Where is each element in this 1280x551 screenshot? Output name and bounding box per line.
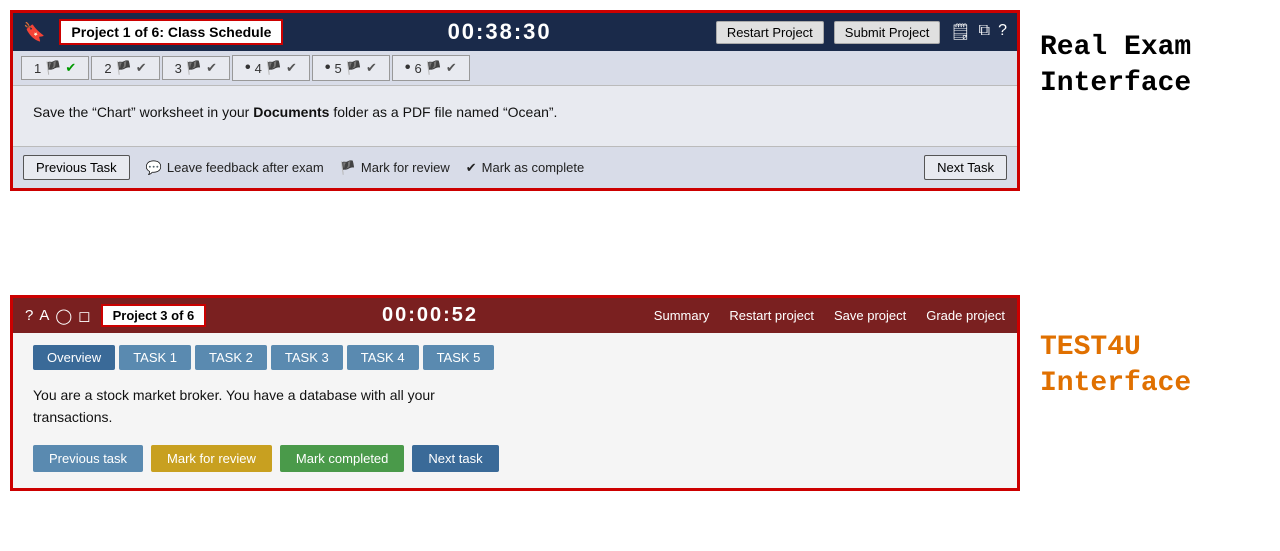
grade-project-link[interactable]: Grade project	[926, 308, 1005, 323]
summary-link[interactable]: Summary	[654, 308, 710, 323]
previous-task-button[interactable]: Previous task	[33, 445, 143, 472]
tab-overview[interactable]: Overview	[33, 345, 115, 370]
tab-6-flag-icon: 🏴	[426, 60, 442, 76]
tab-1-check-icon: ✔	[65, 60, 76, 76]
clipboard-icon[interactable]: 🗒	[950, 22, 970, 42]
tab-1-label: 1	[34, 61, 41, 76]
feedback-icon: 💬	[146, 160, 162, 176]
tab-2-label: 2	[104, 61, 111, 76]
next-task-button[interactable]: Next task	[412, 445, 498, 472]
tab-5-label: 5	[335, 61, 342, 76]
save-project-link[interactable]: Save project	[834, 308, 906, 323]
tab-3-check-icon: ✔	[206, 60, 217, 76]
test4u-description: You are a stock market broker. You have …	[33, 384, 997, 429]
tab-5-check-icon: ✔	[366, 60, 377, 76]
test4u-label-line2: Interface	[1040, 366, 1260, 402]
tab-task4[interactable]: TASK 4	[347, 345, 419, 370]
test4u-help-icon[interactable]: ?	[25, 307, 33, 325]
test4u-circle-icon[interactable]: ◯	[55, 307, 72, 325]
tab-1-flag-icon: 🏴	[45, 60, 61, 76]
test4u-label-line1: TEST4U	[1040, 330, 1260, 366]
tab-task5[interactable]: TASK 5	[423, 345, 495, 370]
exam-interface: 🔖 Project 1 of 6: Class Schedule 00:38:3…	[10, 10, 1020, 191]
tab-6-check-icon: ✔	[446, 60, 457, 76]
tab-task1[interactable]: TASK 1	[119, 345, 191, 370]
previous-task-button[interactable]: Previous Task	[23, 155, 130, 180]
tab-task3[interactable]: TASK 3	[271, 345, 343, 370]
exam-header: 🔖 Project 1 of 6: Class Schedule 00:38:3…	[13, 13, 1017, 51]
tab-5-dot: •	[325, 59, 331, 77]
tab-4-dot: •	[245, 59, 251, 77]
test4u-label: TEST4U Interface	[1040, 330, 1260, 403]
tab-3-flag-icon: 🏴	[186, 60, 202, 76]
exam-title-box: Project 1 of 6: Class Schedule	[59, 19, 283, 45]
restart-project-link[interactable]: Restart project	[729, 308, 814, 323]
next-task-button[interactable]: Next Task	[924, 155, 1007, 180]
bookmark-icon: 🔖	[23, 22, 45, 43]
tab-task-1[interactable]: 1 🏴 ✔	[21, 56, 89, 80]
tab-6-label: 6	[414, 61, 421, 76]
tab-task-2[interactable]: 2 🏴 ✔	[91, 56, 159, 80]
task-description: Save the “Chart” worksheet in your Docum…	[33, 102, 997, 123]
mark-for-review-button[interactable]: 🏴 Mark for review	[340, 160, 450, 176]
flag-icon: 🏴	[340, 160, 356, 176]
exam-toolbar-icons: 🗒 ⧉ ?	[950, 22, 1007, 42]
mark-for-review-button[interactable]: Mark for review	[151, 445, 272, 472]
tab-task-3[interactable]: 3 🏴 ✔	[162, 56, 230, 80]
test4u-nav-links: Summary Restart project Save project Gra…	[654, 308, 1005, 323]
tab-2-check-icon: ✔	[136, 60, 147, 76]
task-tabs: 1 🏴 ✔ 2 🏴 ✔ 3 🏴 ✔ • 4 🏴 ✔	[13, 51, 1017, 86]
help-icon[interactable]: ?	[998, 22, 1007, 42]
mark-completed-button[interactable]: Mark completed	[280, 445, 404, 472]
test4u-section: ? A ◯ ◻ Project 3 of 6 00:00:52 Summary …	[10, 295, 1020, 491]
real-exam-label-line1: Real Exam	[1040, 30, 1260, 66]
test4u-header-icons: ? A ◯ ◻	[25, 307, 91, 325]
test4u-title-box: Project 3 of 6	[101, 304, 207, 327]
test4u-timer: 00:00:52	[216, 304, 644, 327]
tab-task-4[interactable]: • 4 🏴 ✔	[232, 55, 310, 81]
check-icon: ✔	[466, 160, 477, 176]
tab-3-label: 3	[175, 61, 182, 76]
real-exam-label-line2: Interface	[1040, 66, 1260, 102]
test4u-square-icon[interactable]: ◻	[78, 307, 90, 325]
test4u-header: ? A ◯ ◻ Project 3 of 6 00:00:52 Summary …	[13, 298, 1017, 333]
real-exam-section: 🔖 Project 1 of 6: Class Schedule 00:38:3…	[10, 10, 1020, 191]
tab-task-6[interactable]: • 6 🏴 ✔	[392, 55, 470, 81]
submit-project-button[interactable]: Submit Project	[834, 21, 941, 44]
window-icon[interactable]: ⧉	[979, 22, 990, 42]
tab-4-check-icon: ✔	[286, 60, 297, 76]
tab-task-5[interactable]: • 5 🏴 ✔	[312, 55, 390, 81]
exam-timer: 00:38:30	[293, 19, 705, 45]
tab-5-flag-icon: 🏴	[346, 60, 362, 76]
mark-as-complete-button[interactable]: ✔ Mark as complete	[466, 160, 585, 176]
test4u-interface: ? A ◯ ◻ Project 3 of 6 00:00:52 Summary …	[10, 295, 1020, 491]
tab-2-flag-icon: 🏴	[116, 60, 132, 76]
test4u-body: Overview TASK 1 TASK 2 TASK 3 TASK 4 TAS…	[13, 333, 1017, 488]
leave-feedback-button[interactable]: 💬 Leave feedback after exam	[146, 160, 324, 176]
tab-task2[interactable]: TASK 2	[195, 345, 267, 370]
task-content-area: Save the “Chart” worksheet in your Docum…	[13, 86, 1017, 146]
restart-project-button[interactable]: Restart Project	[716, 21, 824, 44]
tab-6-dot: •	[405, 59, 411, 77]
test4u-footer: Previous task Mark for review Mark compl…	[33, 445, 997, 472]
real-exam-label: Real Exam Interface	[1040, 30, 1260, 103]
test4u-tabs: Overview TASK 1 TASK 2 TASK 3 TASK 4 TAS…	[33, 345, 997, 370]
tab-4-flag-icon: 🏴	[266, 60, 282, 76]
tab-4-label: 4	[255, 61, 262, 76]
task-footer: Previous Task 💬 Leave feedback after exa…	[13, 146, 1017, 188]
test4u-a-icon[interactable]: A	[39, 307, 49, 325]
